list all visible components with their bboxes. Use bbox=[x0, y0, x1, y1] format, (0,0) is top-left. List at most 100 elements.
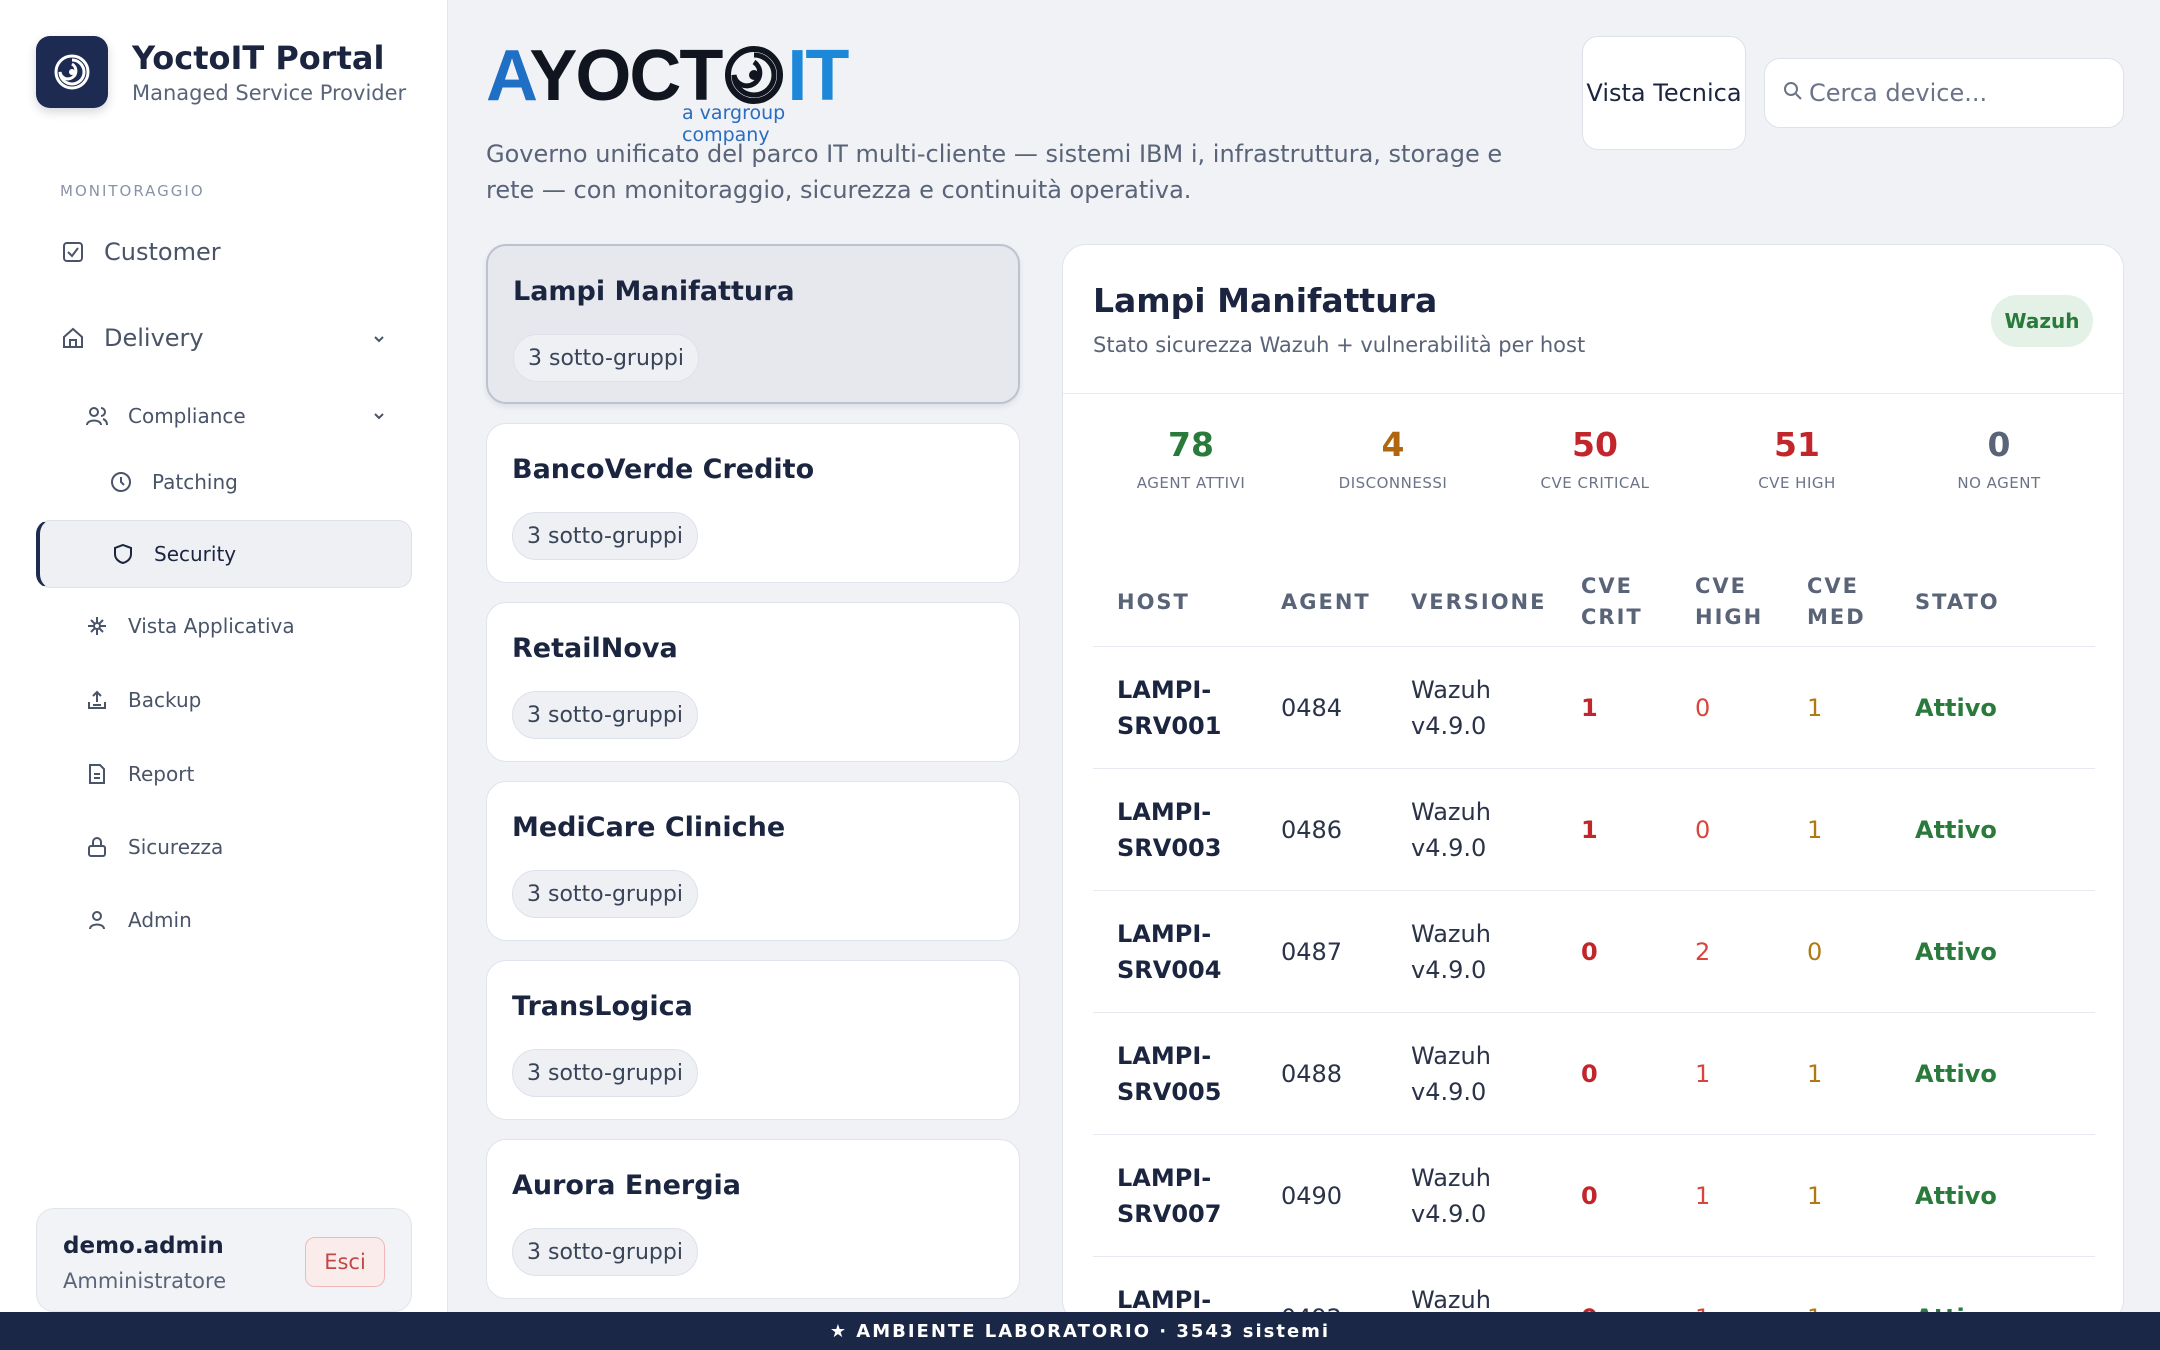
cve-high-cell: 2 bbox=[1695, 938, 1711, 966]
sidebar-item-label: Customer bbox=[104, 238, 221, 266]
stat-disconnessi: 4 DISCONNESSI bbox=[1303, 425, 1483, 492]
sidebar-item-backup[interactable]: Backup bbox=[84, 686, 201, 714]
environment-banner: ★ AMBIENTE LABORATORIO · 3543 sistemi bbox=[0, 1312, 2160, 1350]
sidebar-item-label: Patching bbox=[152, 470, 238, 494]
sidebar-item-customer[interactable]: Customer bbox=[60, 236, 221, 268]
column-header-host[interactable]: HOST bbox=[1117, 557, 1190, 647]
cve-med-cell: 1 bbox=[1807, 694, 1823, 722]
subgroup-count-badge: 3 sotto-gruppi bbox=[512, 1049, 698, 1097]
stat-no-agent: 0 NO AGENT bbox=[1909, 425, 2089, 492]
host-cell: LAMPI-SRV004 bbox=[1117, 920, 1222, 984]
cve-high-cell: 1 bbox=[1695, 1182, 1711, 1210]
sidebar-item-security[interactable]: Security bbox=[110, 540, 236, 568]
sidebar-item-label: Compliance bbox=[128, 404, 246, 428]
customer-card-medicare-cliniche[interactable]: MediCare Cliniche 3 sotto-gruppi bbox=[486, 781, 1020, 941]
brand-logo-icon[interactable] bbox=[36, 36, 108, 108]
company-logo: AYOCT IT a vargroup company bbox=[486, 40, 856, 146]
search-input[interactable] bbox=[1809, 79, 2099, 107]
sidebar-item-label: Backup bbox=[128, 688, 202, 712]
security-detail-panel: Lampi Manifattura Stato sicurezza Wazuh … bbox=[1062, 244, 2124, 1324]
sidebar-item-label: Delivery bbox=[104, 324, 204, 352]
version-cell: Wazuh v4.9.0 bbox=[1411, 798, 1491, 862]
stat-label: AGENT ATTIVI bbox=[1136, 474, 1246, 492]
cve-med-cell: 1 bbox=[1807, 1182, 1823, 1210]
subgroup-count-badge: 3 sotto-gruppi bbox=[512, 870, 698, 918]
search-icon bbox=[1783, 81, 1803, 105]
logout-button[interactable]: Esci bbox=[305, 1237, 385, 1287]
panel-subtitle: Stato sicurezza Wazuh + vulnerabilità pe… bbox=[1093, 333, 1586, 357]
customer-card-aurora-energia[interactable]: Aurora Energia 3 sotto-gruppi bbox=[486, 1139, 1020, 1299]
status-badge: Attivo bbox=[1915, 1060, 1997, 1088]
column-header-agent[interactable]: AGENT bbox=[1281, 557, 1371, 647]
table-row[interactable]: LAMPI-SRV001 0484 Wazuh v4.9.0 1 0 1 Att… bbox=[1093, 647, 2095, 769]
agent-cell: 0486 bbox=[1281, 816, 1343, 844]
sidebar-item-report[interactable]: Report bbox=[84, 760, 194, 788]
stat-agent-attivi: 78 AGENT ATTIVI bbox=[1101, 425, 1281, 492]
table-row[interactable]: LAMPI-SRV005 0488 Wazuh v4.9.0 0 1 1 Att… bbox=[1093, 1013, 2095, 1135]
search-box bbox=[1764, 58, 2124, 128]
host-cell: LAMPI-SRV001 bbox=[1117, 676, 1222, 740]
document-icon bbox=[84, 761, 110, 787]
cve-med-cell: 1 bbox=[1807, 816, 1823, 844]
table-row[interactable]: LAMPI-SRV007 0490 Wazuh v4.9.0 0 1 1 Att… bbox=[1093, 1135, 2095, 1257]
version-cell: Wazuh v4.9.0 bbox=[1411, 1042, 1491, 1106]
customer-name: TransLogica bbox=[512, 991, 693, 1022]
sidebar-item-vista-applicativa[interactable]: Vista Applicativa bbox=[84, 612, 295, 640]
chevron-down-icon[interactable] bbox=[372, 404, 386, 428]
cve-high-cell: 0 bbox=[1695, 694, 1711, 722]
logo-swirl-icon bbox=[725, 46, 784, 104]
sidebar: YoctoIT Portal Managed Service Provider … bbox=[0, 0, 448, 1312]
cve-crit-cell: 1 bbox=[1581, 816, 1598, 844]
stat-label: DISCONNESSI bbox=[1338, 474, 1448, 492]
customer-card-lampi-manifattura[interactable]: Lampi Manifattura 3 sotto-gruppi bbox=[486, 244, 1020, 404]
subgroup-count-badge: 3 sotto-gruppi bbox=[513, 334, 699, 382]
stat-cve-high: 51 CVE HIGH bbox=[1707, 425, 1887, 492]
upload-tray-icon bbox=[84, 687, 110, 713]
stat-label: NO AGENT bbox=[1957, 474, 2041, 492]
home-icon bbox=[60, 325, 86, 351]
stat-value: 50 bbox=[1572, 425, 1618, 464]
column-header-versione[interactable]: VERSIONE bbox=[1411, 557, 1546, 647]
user-icon bbox=[84, 907, 110, 933]
section-label-monitoraggio: MONITORAGGIO bbox=[60, 182, 205, 200]
host-cell: LAMPI-SRV007 bbox=[1117, 1164, 1222, 1228]
cve-med-cell: 0 bbox=[1807, 938, 1823, 966]
sidebar-item-admin[interactable]: Admin bbox=[84, 906, 192, 934]
table-row[interactable]: LAMPI-SRV004 0487 Wazuh v4.9.0 0 2 0 Att… bbox=[1093, 891, 2095, 1013]
sidebar-item-sicurezza[interactable]: Sicurezza bbox=[84, 833, 223, 861]
sidebar-item-patching[interactable]: Patching bbox=[108, 468, 238, 496]
cve-med-cell: 1 bbox=[1807, 1060, 1823, 1088]
clock-icon bbox=[108, 469, 134, 495]
agent-cell: 0490 bbox=[1281, 1182, 1343, 1210]
stat-value: 4 bbox=[1381, 425, 1405, 464]
sidebar-item-label: Report bbox=[128, 762, 195, 786]
sidebar-item-label: Sicurezza bbox=[128, 835, 224, 859]
column-header-cve-med[interactable]: CVE MED bbox=[1807, 557, 1887, 647]
brand-title: YoctoIT Portal bbox=[132, 38, 385, 77]
agent-cell: 0484 bbox=[1281, 694, 1343, 722]
column-header-stato[interactable]: STATO bbox=[1915, 557, 2000, 647]
column-header-cve-crit[interactable]: CVE CRIT bbox=[1581, 557, 1661, 647]
chevron-down-icon[interactable] bbox=[372, 324, 386, 352]
sidebar-item-delivery[interactable]: Delivery bbox=[60, 322, 386, 354]
shield-icon bbox=[110, 541, 136, 567]
customer-name: MediCare Cliniche bbox=[512, 812, 786, 843]
status-badge: Attivo bbox=[1915, 694, 1997, 722]
sidebar-item-compliance[interactable]: Compliance bbox=[84, 402, 386, 430]
cve-crit-cell: 0 bbox=[1581, 1182, 1598, 1210]
customer-card-translogica[interactable]: TransLogica 3 sotto-gruppi bbox=[486, 960, 1020, 1120]
customer-card-retailnova[interactable]: RetailNova 3 sotto-gruppi bbox=[486, 602, 1020, 762]
brand-subtitle: Managed Service Provider bbox=[132, 81, 407, 106]
table-row[interactable]: LAMPI-SRV003 0486 Wazuh v4.9.0 1 0 1 Att… bbox=[1093, 769, 2095, 891]
version-cell: Wazuh v4.9.0 bbox=[1411, 676, 1491, 740]
users-icon bbox=[84, 403, 110, 429]
subgroup-count-badge: 3 sotto-gruppi bbox=[512, 512, 698, 560]
table-header: HOST AGENT VERSIONE CVE CRIT CVE HIGH CV… bbox=[1093, 557, 2095, 647]
cve-high-cell: 1 bbox=[1695, 1060, 1711, 1088]
sparkle-icon bbox=[84, 613, 110, 639]
version-cell: Wazuh v4.9.0 bbox=[1411, 1164, 1491, 1228]
column-header-cve-high[interactable]: CVE HIGH bbox=[1695, 557, 1775, 647]
vista-tecnica-button[interactable]: Vista Tecnica bbox=[1582, 36, 1746, 150]
status-badge: Attivo bbox=[1915, 816, 1997, 844]
customer-card-bancoverde-credito[interactable]: BancoVerde Credito 3 sotto-gruppi bbox=[486, 423, 1020, 583]
